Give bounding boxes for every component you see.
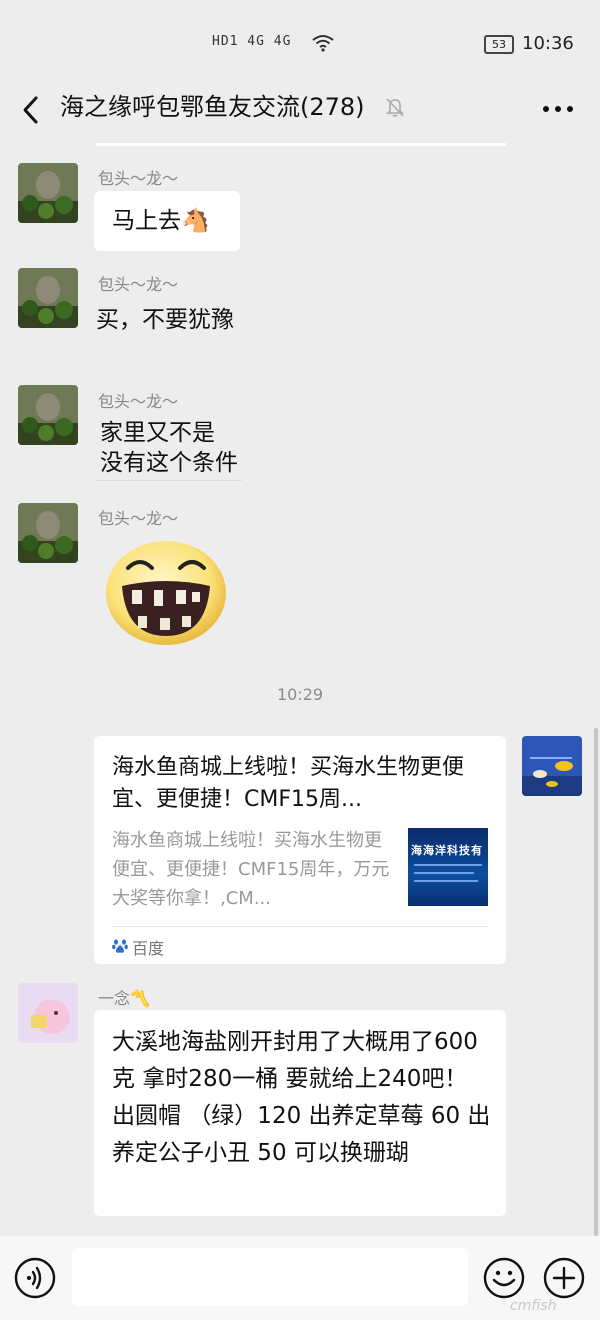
message-text[interactable]: 买，不要犹豫	[96, 305, 234, 335]
plus-icon[interactable]	[543, 1257, 585, 1299]
back-arrow-icon[interactable]	[16, 92, 48, 128]
sender-name: 包头～龙～	[98, 392, 179, 411]
link-card-divider	[112, 926, 488, 927]
message-text: 马上去🐴	[112, 208, 210, 234]
watermark: cmfish	[510, 1298, 557, 1314]
message-text-block[interactable]: 家里又不是 没有这个条件	[100, 418, 238, 478]
thumbnail-caption: 海海洋科技有	[411, 844, 483, 857]
emoji-icon[interactable]	[483, 1257, 525, 1299]
timestamp: 10:29	[276, 685, 324, 704]
chat-title: 海之缘呼包鄂鱼友交流(278)	[60, 93, 365, 121]
baidu-paw-icon	[112, 939, 128, 953]
avatar[interactable]	[18, 385, 78, 445]
voice-input-icon[interactable]	[14, 1257, 56, 1299]
avatar[interactable]	[18, 163, 78, 223]
sender-name: 包头～龙～	[98, 509, 179, 528]
chat-header: 海之缘呼包鄂鱼友交流(278)	[0, 80, 600, 140]
thumbnail-stripe	[414, 880, 478, 882]
message-underline	[96, 480, 242, 481]
message-bubble[interactable]: 大溪地海盐刚开封用了大概用了600克 拿时280一桶 要就给上240吧！ 出圆帽…	[94, 1010, 506, 1216]
my-avatar[interactable]	[522, 736, 582, 796]
message-input[interactable]	[72, 1248, 468, 1306]
previous-message-edge	[96, 143, 506, 146]
message-line: 没有这个条件	[100, 450, 238, 476]
link-card-description: 海水鱼商城上线啦！买海水生物更便宜、更便捷！CMF15周年，万元大奖等你拿！,C…	[112, 830, 390, 909]
avatar[interactable]	[18, 983, 78, 1043]
message-text: 大溪地海盐刚开封用了大概用了600克 拿时280一桶 要就给上240吧！ 出圆帽…	[112, 1029, 491, 1166]
status-bar: HD1 4G 4G 53 10:36	[0, 0, 600, 80]
link-card[interactable]: 海水鱼商城上线啦！买海水生物更便宜、更便捷！CMF15周... 海水鱼商城上线啦…	[94, 736, 506, 964]
battery-icon: 53	[484, 35, 514, 54]
link-card-title: 海水鱼商城上线啦！买海水生物更便宜、更便捷！CMF15周...	[112, 755, 465, 812]
clock: 10:36	[522, 33, 574, 54]
message-bubble[interactable]: 马上去🐴	[94, 191, 240, 251]
thumbnail-stripe	[414, 872, 474, 874]
avatar[interactable]	[18, 268, 78, 328]
sender-name: 包头～龙～	[98, 275, 179, 294]
avatar[interactable]	[18, 503, 78, 563]
scrollbar[interactable]	[594, 728, 598, 1236]
mute-bell-icon	[386, 98, 404, 117]
more-options-icon[interactable]	[536, 94, 580, 124]
sender-name: 包头～龙～	[98, 169, 179, 188]
thumbnail-stripe	[414, 864, 482, 866]
sender-name: 一念〽️	[98, 989, 150, 1008]
link-card-source: 百度	[132, 939, 165, 958]
message-line: 家里又不是	[100, 420, 215, 446]
network-indicator: HD1 4G 4G	[212, 34, 292, 49]
link-card-thumbnail: 海海洋科技有	[408, 828, 488, 906]
grinning-sticker[interactable]	[102, 538, 230, 648]
wifi-icon	[312, 35, 334, 52]
